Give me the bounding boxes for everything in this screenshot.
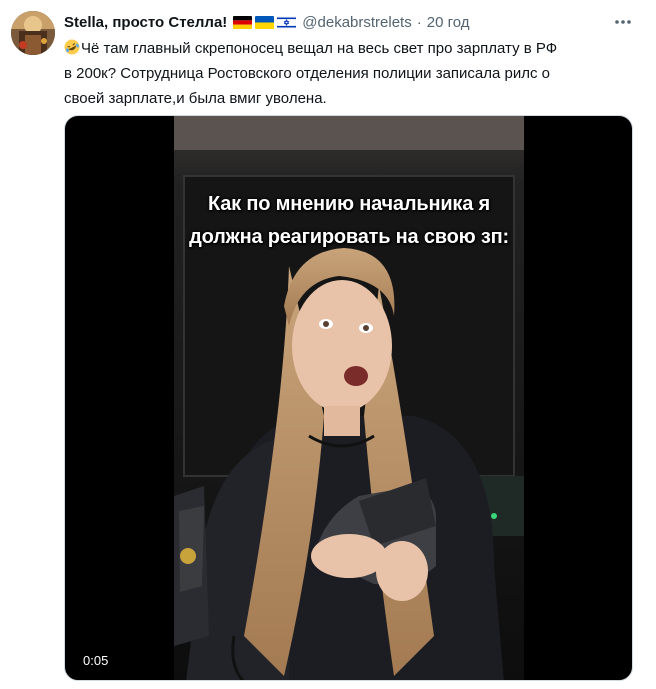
- video-caption: Как по мнению начальника я должна реагир…: [174, 188, 524, 254]
- tweet-text-line-3: своей зарплате,и была вмиг уволена.: [64, 90, 327, 107]
- tweet-text: Чё там главный скрепоносец вещал на весь…: [64, 36, 624, 111]
- tweet-text-line-2: в 200к? Сотрудница Ростовского отделения…: [64, 65, 551, 82]
- video-caption-line-2: должна реагировать на свою зп:: [189, 226, 509, 248]
- author-flags: [233, 15, 297, 29]
- separator-dot: ·: [416, 13, 422, 31]
- tweet-card[interactable]: Stella, просто Стелла! @dekabrstrelets ·…: [0, 0, 656, 689]
- author-handle[interactable]: @dekabrstrelets: [302, 14, 411, 31]
- more-horizontal-icon[interactable]: [612, 14, 634, 30]
- video-frame[interactable]: Как по мнению начальника я должна реагир…: [174, 116, 524, 680]
- tweet-text-line: Чё там главный скрепоносец вещал на весь…: [64, 36, 624, 61]
- flag-ukraine-icon: [255, 15, 275, 29]
- video-duration: 0:05: [83, 653, 109, 668]
- author-name[interactable]: Stella, просто Стелла!: [64, 14, 227, 31]
- rofl-emoji-icon: [64, 38, 80, 55]
- tweet-timestamp[interactable]: 20 год: [427, 14, 470, 31]
- tweet-header: Stella, просто Стелла! @dekabrstrelets ·…: [64, 12, 470, 32]
- video-player[interactable]: Как по мнению начальника я должна реагир…: [64, 115, 633, 681]
- flag-israel-icon: [277, 15, 297, 29]
- video-caption-line-1: Как по мнению начальника я: [208, 193, 490, 215]
- flag-germany-icon: [233, 15, 253, 29]
- tweet-text-line-1: Чё там главный скрепоносец вещал на весь…: [81, 40, 558, 57]
- avatar[interactable]: [11, 11, 55, 55]
